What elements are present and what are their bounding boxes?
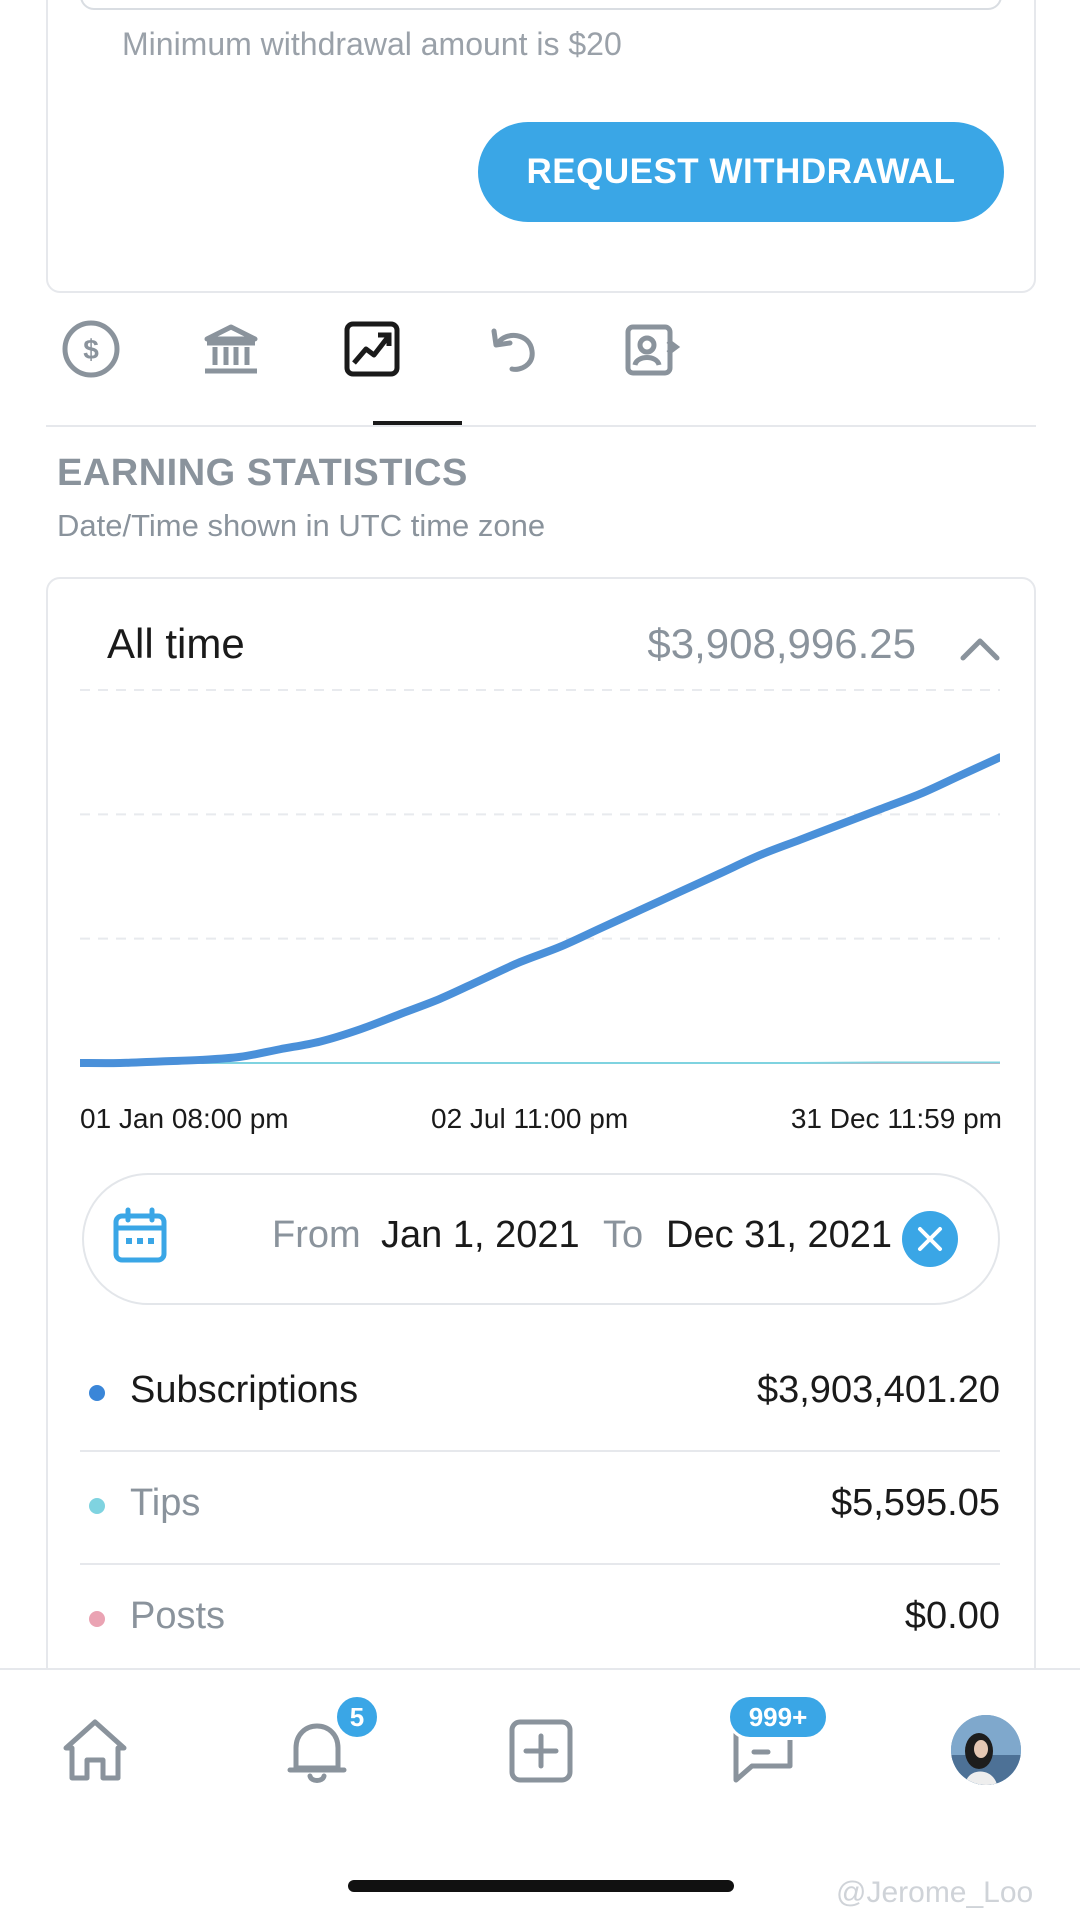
row-label: Posts [130,1595,226,1637]
date-to-label: To [603,1214,644,1256]
calendar-icon[interactable] [112,1206,168,1266]
period-label: All time [107,620,245,667]
row-value: $0.00 [904,1595,1000,1637]
close-icon [918,1227,942,1251]
date-to-value[interactable]: Dec 31, 2021 [666,1214,892,1257]
period-total: $3,908,996.25 [647,620,916,667]
chart-x-axis: 01 Jan 08:00 pm 02 Jul 11:00 pm 31 Dec 1… [80,1103,1002,1143]
chart-trend-icon [344,321,400,377]
series-dot [89,1498,105,1514]
date-from-value[interactable]: Jan 1, 2021 [381,1214,580,1257]
svg-text:$: $ [83,334,99,365]
avatar[interactable] [951,1715,1021,1785]
withdrawal-amount-input[interactable] [80,0,1002,10]
row-label: Tips [130,1482,201,1524]
undo-icon [491,328,535,372]
bank-icon [204,324,258,374]
row-value: $5,595.05 [830,1482,1000,1524]
statements-tab-bar: $ [46,305,1036,427]
messages-badge: 999+ [727,1694,829,1740]
x-tick-label: 02 Jul 11:00 pm [431,1103,629,1134]
row-value: $3,903,401.20 [756,1369,1000,1411]
tab-refunds[interactable] [467,305,557,427]
breakdown-row-subscriptions: Subscriptions $3,903,401.20 [80,1337,1000,1449]
series-dot [89,1385,105,1401]
tabs-divider [46,425,1036,427]
clear-date-button[interactable] [902,1211,958,1267]
notifications-badge: 5 [334,1694,380,1740]
row-label: Subscriptions [130,1369,359,1411]
watermark: @Jerome_Loo [836,1876,1034,1909]
tab-earnings[interactable]: $ [46,305,136,427]
request-withdrawal-button[interactable]: REQUEST WITHDRAWAL [478,122,1004,222]
home-indicator [348,1880,734,1892]
plus-square-icon [509,1719,573,1783]
dollar-circle-icon: $ [62,320,120,378]
section-title: EARNING STATISTICS [57,452,468,494]
timezone-note: Date/Time shown in UTC time zone [57,508,546,543]
earnings-line-chart [80,689,1000,1068]
x-tick-label: 31 Dec 11:59 pm [790,1103,1002,1134]
nav-home[interactable] [50,1706,140,1796]
chevron-up-icon[interactable] [957,628,1003,668]
nav-create-post[interactable] [496,1706,586,1796]
user-statement-icon [625,324,681,376]
series-dot [89,1611,105,1627]
x-tick-label: 01 Jan 08:00 pm [80,1103,289,1134]
tab-statements[interactable] [607,305,697,427]
tab-earning-statistics[interactable] [327,305,417,427]
minimum-withdrawal-note: Minimum withdrawal amount is $20 [122,26,622,62]
avatar-photo [951,1715,1021,1785]
date-from-label: From [272,1214,361,1256]
home-icon [63,1719,127,1781]
breakdown-row-tips: Tips $5,595.05 [80,1450,1000,1562]
series-line-subscriptions [80,753,1000,1068]
breakdown-row-posts: Posts $0.00 [80,1563,1000,1675]
tab-banking[interactable] [186,305,276,427]
